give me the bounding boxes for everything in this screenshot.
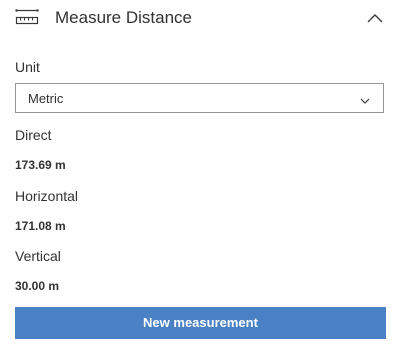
unit-label: Unit <box>15 59 40 75</box>
vertical-value: 30.00 m <box>15 279 60 293</box>
chevron-up-icon <box>367 14 383 23</box>
horizontal-label: Horizontal <box>15 188 79 204</box>
measure-distance-panel: Measure Distance Unit Metric Direct 173.… <box>0 0 402 346</box>
ruler-icon <box>15 9 39 25</box>
chevron-down-icon <box>359 93 371 104</box>
horizontal-value: 171.08 m <box>15 219 66 233</box>
vertical-label: Vertical <box>15 248 61 264</box>
direct-label: Direct <box>15 127 52 143</box>
panel-title: Measure Distance <box>55 8 193 27</box>
unit-select-value: Metric <box>28 91 64 106</box>
collapse-button[interactable] <box>364 8 386 28</box>
direct-value: 173.69 m <box>15 158 66 172</box>
new-measurement-button[interactable]: New measurement <box>15 307 386 339</box>
panel-header: Measure Distance <box>0 0 402 38</box>
unit-select[interactable]: Metric <box>15 83 384 113</box>
